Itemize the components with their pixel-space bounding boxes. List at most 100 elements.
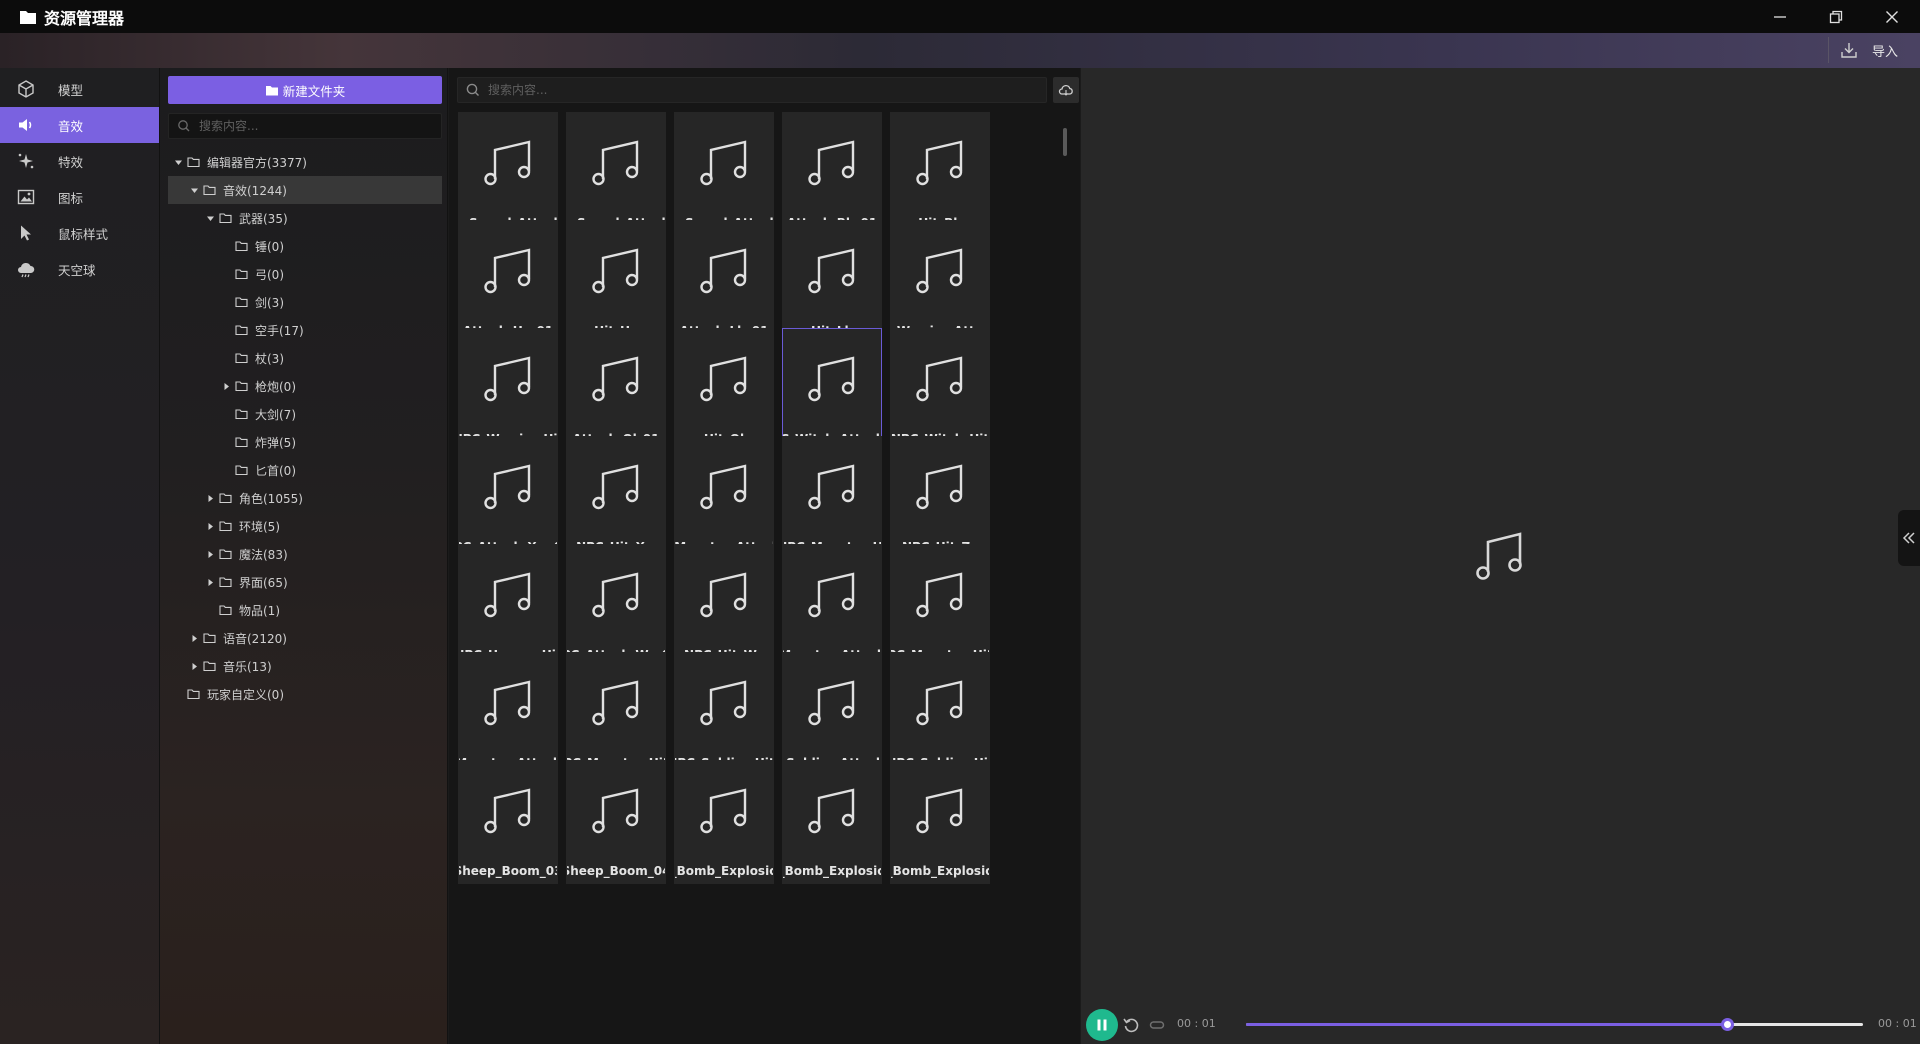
asset-tile[interactable]: n_Sword_Attack [566, 112, 666, 236]
asset-tile[interactable]: NPC_Witch_Hit [890, 328, 990, 452]
asset-tile[interactable]: _Soldier_Attack [782, 652, 882, 776]
tree-item[interactable]: 编辑器官方(3377) [168, 148, 442, 176]
asset-tile[interactable]: n_Sword_Attack [458, 112, 558, 236]
asset-tile[interactable]: Sheep_Boom_03 [458, 760, 558, 884]
tree-expander[interactable] [204, 568, 216, 596]
chevron-right-icon[interactable] [206, 494, 215, 503]
chevron-right-icon[interactable] [206, 522, 215, 531]
asset-tile[interactable]: _Bomb_Explosio [674, 760, 774, 884]
asset-tile[interactable]: NPC_Soldier_Hit_ [674, 652, 774, 776]
restore-button[interactable] [1808, 0, 1864, 33]
tree-expander[interactable] [188, 624, 200, 652]
loop-button[interactable] [1145, 1013, 1169, 1037]
tree-expander[interactable] [188, 652, 200, 680]
asset-tile[interactable]: NPC_Warrior_Hit [458, 328, 558, 452]
tree-expander[interactable] [172, 148, 184, 176]
tree-item[interactable]: 魔法(83) [168, 540, 442, 568]
asset-tile[interactable]: _Bomb_Explosio [890, 760, 990, 884]
tree-item[interactable]: 匕首(0) [168, 456, 442, 484]
tree-expander[interactable] [204, 204, 216, 232]
tree-item[interactable]: 空手(17) [168, 316, 442, 344]
asset-tile[interactable]: NPC_Hit_Zy [890, 436, 990, 560]
tree-item[interactable]: 大剑(7) [168, 400, 442, 428]
asset-tile[interactable]: n_Sword_Attack [674, 112, 774, 236]
asset-tile[interactable]: PC_Monster_Hit [890, 544, 990, 668]
tree-item[interactable]: 锤(0) [168, 232, 442, 260]
asset-tile[interactable]: Attack_Hx_01 [458, 220, 558, 344]
new-folder-button[interactable]: 新建文件夹 [168, 76, 442, 104]
asset-tile[interactable]: Hit_Lh [782, 220, 882, 344]
cloud-sync-button[interactable] [1053, 77, 1079, 103]
collapse-panel-button[interactable] [1898, 510, 1920, 566]
asset-tile[interactable]: Hit_Ql [674, 328, 774, 452]
tree-item[interactable]: 物品(1) [168, 596, 442, 624]
category-label: 鼠标样式 [58, 226, 109, 242]
replay-button[interactable] [1119, 1013, 1143, 1037]
asset-tile[interactable]: NPC_Human_Hit [458, 544, 558, 668]
asset-tile[interactable]: PC_Attack_Xw_0 [458, 436, 558, 560]
asset-tile[interactable]: C_Warrior_Attack [890, 220, 990, 344]
asset-search-input[interactable] [486, 82, 716, 98]
tree-item[interactable]: 玩家自定义(0) [168, 680, 442, 708]
asset-tile[interactable]: Monster_Attack [458, 652, 558, 776]
tree-expander[interactable] [204, 512, 216, 540]
tree-expander[interactable] [204, 540, 216, 568]
tree-item[interactable]: 环境(5) [168, 512, 442, 540]
asset-tile[interactable]: NPC_Soldier_Hit [890, 652, 990, 776]
asset-tile[interactable]: PC_Monster_Hit [566, 652, 666, 776]
category-cursor[interactable]: 鼠标样式 [0, 215, 159, 251]
pause-button[interactable] [1086, 1009, 1118, 1041]
category-effects[interactable]: 特效 [0, 143, 159, 179]
tree-expander[interactable] [188, 176, 200, 204]
asset-name: _Bomb_Explosio [783, 864, 881, 878]
chevron-down-icon[interactable] [206, 214, 215, 223]
asset-tile[interactable]: NPC_Monster_Hi [782, 436, 882, 560]
import-button[interactable]: 导入 [1827, 36, 1904, 64]
tree-item[interactable]: 音效(1244) [168, 176, 442, 204]
tree-item[interactable]: 杖(3) [168, 344, 442, 372]
asset-tile[interactable]: NPC_Hit_Xw [566, 436, 666, 560]
tree-search-input[interactable] [197, 118, 427, 134]
chevron-right-icon[interactable] [206, 578, 215, 587]
tree-item[interactable]: 语音(2120) [168, 624, 442, 652]
tree-item[interactable]: 弓(0) [168, 260, 442, 288]
category-skybox[interactable]: 天空球 [0, 251, 159, 287]
chevron-right-icon[interactable] [206, 550, 215, 559]
asset-tile[interactable]: Hit_Hx [566, 220, 666, 344]
asset-tile[interactable]: _Bomb_Explosio [782, 760, 882, 884]
tree-item[interactable]: 炸弹(5) [168, 428, 442, 456]
chevron-right-icon[interactable] [190, 634, 199, 643]
asset-tile[interactable]: Attack_Lh_01 [674, 220, 774, 344]
tree-item[interactable]: 角色(1055) [168, 484, 442, 512]
asset-tile[interactable]: Monster_Attack [782, 544, 882, 668]
chevron-right-icon[interactable] [222, 382, 231, 391]
asset-tile[interactable]: C_Witch_Attack [782, 328, 882, 452]
category-model[interactable]: 模型 [0, 71, 159, 107]
scrollbar[interactable] [1063, 128, 1067, 156]
tree-item[interactable]: 剑(3) [168, 288, 442, 316]
music-note-icon [808, 680, 855, 726]
tree-expander[interactable] [204, 484, 216, 512]
tree-item[interactable]: 界面(65) [168, 568, 442, 596]
asset-tile[interactable]: Attack_Bh_01 [782, 112, 882, 236]
asset-tile[interactable]: _Monster_Attack [674, 436, 774, 560]
tree-item[interactable]: 枪炮(0) [168, 372, 442, 400]
tree-item[interactable]: 武器(35) [168, 204, 442, 232]
asset-tile[interactable]: Attack_Ql_01 [566, 328, 666, 452]
chevron-right-icon[interactable] [190, 662, 199, 671]
progress-handle[interactable] [1721, 1018, 1735, 1031]
close-button[interactable] [1864, 0, 1920, 33]
progress-slider[interactable] [1246, 1018, 1863, 1031]
tree-item[interactable]: 音乐(13) [168, 652, 442, 680]
folder-icon [203, 633, 216, 644]
asset-tile[interactable]: Sheep_Boom_04 [566, 760, 666, 884]
minimize-button[interactable] [1752, 0, 1808, 33]
asset-tile[interactable]: PC_Attack_Ws_0 [566, 544, 666, 668]
asset-tile[interactable]: NPC_Hit_Ws [674, 544, 774, 668]
chevron-down-icon[interactable] [174, 158, 183, 167]
category-icons[interactable]: 图标 [0, 179, 159, 215]
chevron-down-icon[interactable] [190, 186, 199, 195]
tree-expander[interactable] [220, 372, 232, 400]
category-sound[interactable]: 音效 [0, 107, 159, 143]
asset-tile[interactable]: Hit_Bh [890, 112, 990, 236]
